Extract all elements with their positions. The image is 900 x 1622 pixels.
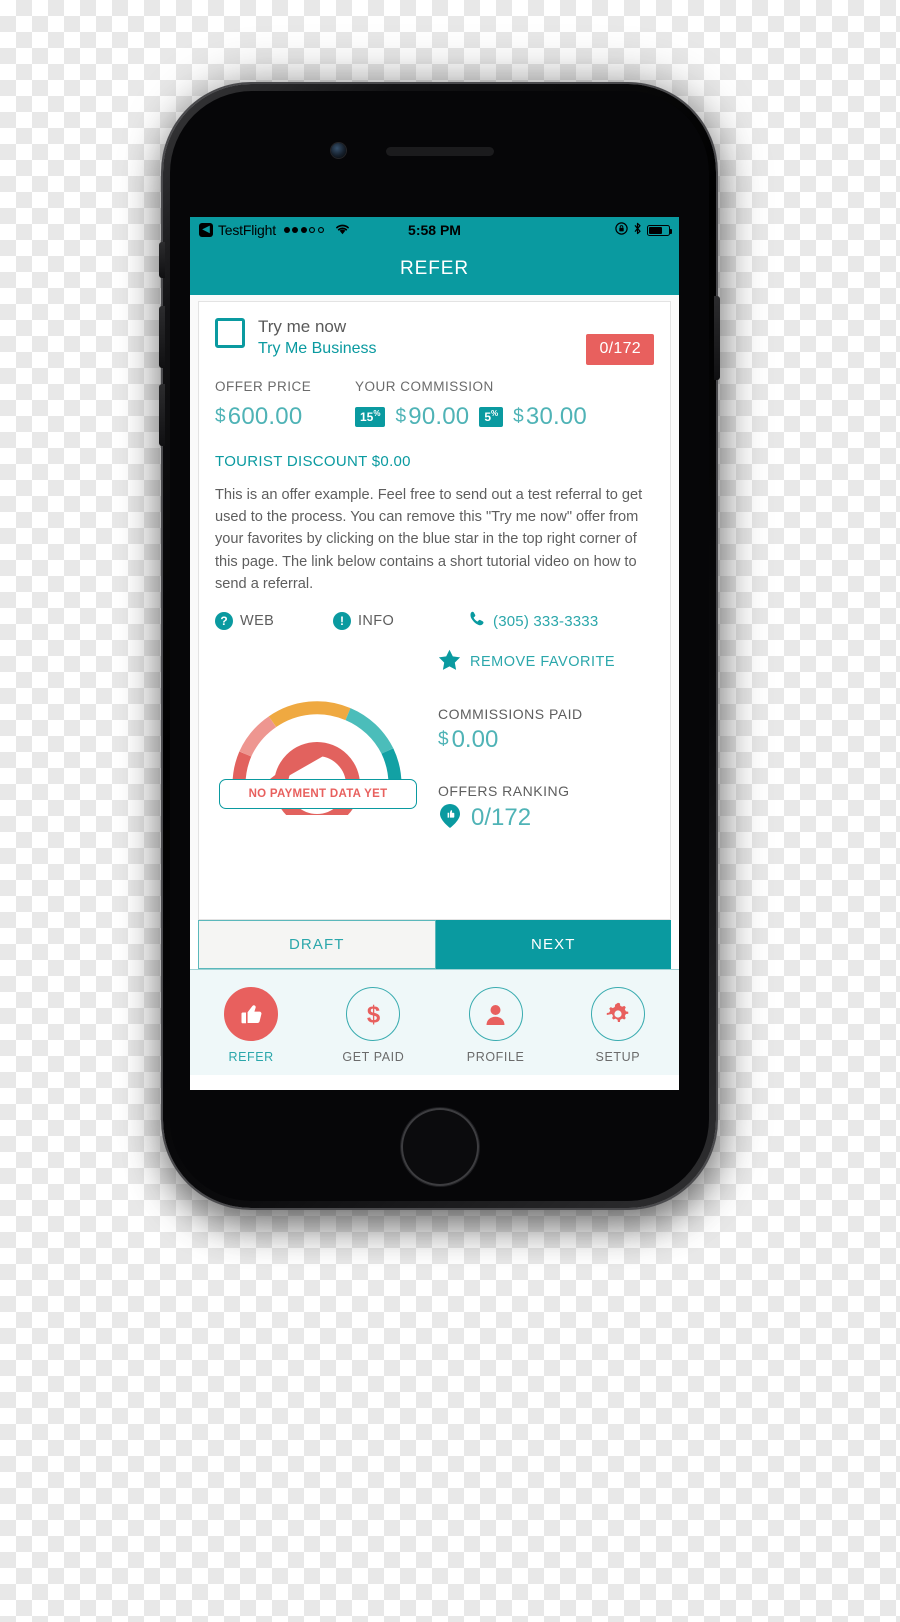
tab-refer[interactable]: REFER — [190, 987, 312, 1064]
tab-refer-label: REFER — [228, 1050, 274, 1064]
web-link[interactable]: ? WEB — [215, 612, 333, 631]
offer-checkbox[interactable] — [215, 318, 245, 348]
offer-price-block: OFFER PRICE $600.00 — [215, 379, 355, 431]
offer-business-name[interactable]: Try Me Business — [258, 338, 377, 360]
tab-profile[interactable]: PROFILE — [435, 987, 557, 1064]
status-bar: ◀ TestFlight 5:58 PM — [190, 217, 679, 243]
battery-fill — [649, 226, 663, 234]
currency-symbol: $ — [215, 406, 226, 427]
offer-price-value: $600.00 — [215, 403, 355, 431]
tab-get-paid-label: GET PAID — [342, 1050, 405, 1064]
status-bar-left: ◀ TestFlight — [199, 222, 351, 238]
silent-switch[interactable] — [159, 242, 165, 278]
signal-dot — [309, 227, 315, 233]
next-button[interactable]: NEXT — [435, 920, 671, 969]
back-icon[interactable]: ◀ — [199, 223, 213, 237]
commission-values: 15% $90.00 5% $30.00 — [355, 403, 587, 431]
svg-text:$: $ — [367, 1001, 381, 1028]
commission-block: YOUR COMMISSION 15% $90.00 5% $30.00 — [355, 379, 587, 431]
tab-setup-label: SETUP — [595, 1050, 641, 1064]
remove-favorite-button[interactable]: REMOVE FAVORITE — [438, 649, 654, 676]
nav-bar: REFER — [190, 243, 679, 295]
gauge-empty-state-label: NO PAYMENT DATA YET — [248, 787, 388, 800]
location-pin-thumb-icon — [438, 803, 462, 834]
commission-amount-1: $90.00 — [395, 403, 470, 430]
signal-strength-dots — [283, 227, 324, 233]
offer-description: This is an offer example. Feel free to s… — [215, 487, 643, 592]
commissions-paid-stat: COMMISSIONS PAID $0.00 — [438, 706, 654, 754]
remove-favorite-label: REMOVE FAVORITE — [470, 654, 616, 671]
gauge-empty-state-box: NO PAYMENT DATA YET — [219, 778, 417, 809]
question-circle-icon: ? — [215, 612, 233, 631]
gauge-segment-medium — [268, 701, 351, 728]
gauge-segment-good — [345, 707, 394, 754]
payment-gauge: NO PAYMENT DATA YET — [215, 645, 420, 834]
currency-symbol: $ — [395, 406, 407, 427]
content-area: Try me now Try Me Business 0/172 OFFER P… — [190, 295, 679, 920]
offer-price-amount: 600.00 — [227, 403, 303, 430]
tab-setup[interactable]: SETUP — [557, 987, 679, 1064]
home-button[interactable] — [400, 1108, 479, 1186]
price-row: OFFER PRICE $600.00 YOUR COMMISSION 15% … — [215, 379, 654, 431]
offers-ranking-value-row: 0/172 — [438, 803, 654, 834]
volume-up-button[interactable] — [159, 306, 165, 368]
tab-profile-label: PROFILE — [466, 1050, 525, 1064]
exclamation-circle-icon: ! — [333, 612, 351, 631]
gear-icon — [590, 987, 645, 1041]
commission-label: YOUR COMMISSION — [355, 379, 494, 394]
status-bar-app-name: TestFlight — [218, 222, 276, 238]
dollar-icon: $ — [346, 987, 401, 1041]
person-icon — [468, 987, 523, 1041]
signal-dot — [283, 227, 290, 233]
earpiece-speaker — [385, 147, 494, 156]
offer-links-row: ? WEB ! INFO (305) 333-3333 — [215, 610, 654, 633]
draft-button[interactable]: DRAFT — [198, 920, 436, 969]
tab-get-paid[interactable]: $ GET PAID — [312, 987, 434, 1064]
gauge-segment-low — [239, 716, 277, 757]
info-link-label: INFO — [358, 613, 395, 630]
phone-handset-icon — [468, 610, 486, 633]
offer-price-label: OFFER PRICE — [215, 379, 312, 394]
wifi-icon — [334, 222, 351, 238]
bluetooth-icon — [633, 222, 642, 238]
offer-count-badge: 0/172 — [586, 334, 654, 365]
gauge-stats-row: NO PAYMENT DATA YET REMOVE FAVORITE COMM… — [215, 645, 654, 834]
currency-symbol: $ — [438, 728, 449, 750]
status-bar-right — [615, 222, 673, 238]
offer-title: Try me now — [258, 317, 347, 336]
commissions-paid-label: COMMISSIONS PAID — [438, 705, 583, 722]
offer-card: Try me now Try Me Business 0/172 OFFER P… — [198, 301, 671, 920]
phone-screen: ◀ TestFlight 5:58 PM REFER Try me now Tr… — [190, 217, 679, 1090]
action-buttons: DRAFT NEXT — [198, 920, 671, 969]
stats-column: REMOVE FAVORITE COMMISSIONS PAID $0.00 O… — [420, 645, 654, 834]
offer-title-group: Try me now Try Me Business — [258, 316, 377, 360]
offer-header: Try me now Try Me Business 0/172 — [215, 316, 654, 365]
web-link-label: WEB — [240, 613, 275, 630]
offers-ranking-stat: OFFERS RANKING 0/172 — [438, 783, 654, 834]
star-icon — [438, 649, 461, 676]
rotation-lock-icon — [615, 222, 628, 238]
phone-number[interactable]: (305) 333-3333 — [493, 613, 598, 630]
power-button[interactable] — [714, 296, 720, 380]
commissions-paid-value: $0.00 — [438, 725, 499, 753]
battery-icon — [647, 224, 673, 236]
offers-ranking-value: 0/172 — [471, 804, 532, 832]
signal-dot — [292, 227, 299, 233]
currency-symbol: $ — [513, 406, 524, 427]
commission-percent-badge: 15% — [355, 407, 386, 427]
signal-dot — [318, 227, 324, 233]
info-link[interactable]: ! INFO — [333, 612, 468, 631]
commission-percent-badge: 5% — [479, 407, 504, 427]
offers-ranking-label: OFFERS RANKING — [438, 782, 570, 799]
signal-dot — [300, 227, 307, 233]
phone-device-frame: ◀ TestFlight 5:58 PM REFER Try me now Tr… — [159, 84, 720, 1208]
phone-link[interactable]: (305) 333-3333 — [468, 610, 598, 633]
front-camera — [331, 143, 346, 158]
tab-bar: REFER $ GET PAID PROFILE SETUP — [190, 969, 679, 1075]
volume-down-button[interactable] — [159, 384, 165, 446]
commission-amount-2: $30.00 — [513, 403, 587, 430]
page-title: REFER — [400, 258, 469, 279]
thumbs-up-icon — [224, 987, 279, 1041]
tourist-discount: TOURIST DISCOUNT $0.00 — [215, 453, 411, 470]
